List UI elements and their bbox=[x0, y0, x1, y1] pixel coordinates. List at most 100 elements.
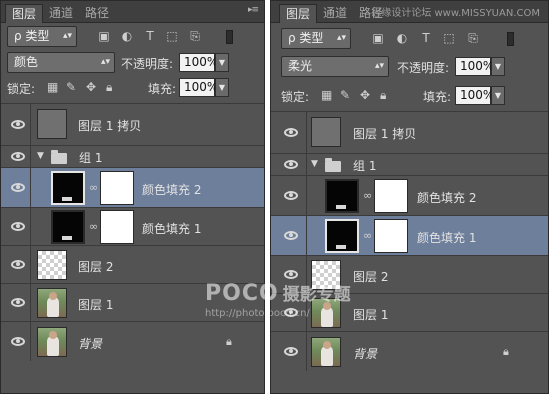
poco-brand: POCO bbox=[205, 281, 279, 306]
filter-toggle-switch[interactable] bbox=[507, 32, 514, 46]
group-row[interactable]: ▼ 组 1 bbox=[1, 145, 264, 167]
layer-list: 图层 1 拷贝 ▼ 组 1 ∞ 颜色填充 2 ∞ 颜色填充 1 图层 2 图层 … bbox=[271, 111, 548, 393]
tab-layers[interactable]: 图层 bbox=[279, 4, 318, 23]
layer-row[interactable]: 图层 1 拷贝 bbox=[271, 111, 548, 153]
layer-name: 图层 1 拷贝 bbox=[78, 119, 142, 133]
lock-pixels-icon[interactable]: ✎ bbox=[340, 88, 350, 102]
smart-object-filter-icon[interactable]: ⎘ bbox=[466, 32, 480, 44]
link-icon[interactable]: ∞ bbox=[363, 229, 372, 243]
layer-row[interactable]: 背景 🔒︎ bbox=[271, 331, 548, 371]
folder-icon bbox=[51, 150, 67, 164]
filter-kind-label: ρ 类型 bbox=[288, 31, 324, 45]
lock-position-icon[interactable]: ✥ bbox=[360, 88, 370, 102]
shape-filter-icon[interactable]: ⬚ bbox=[442, 32, 456, 44]
eye-icon[interactable] bbox=[11, 337, 25, 346]
eye-icon[interactable] bbox=[284, 347, 298, 356]
layer-thumbnail bbox=[37, 250, 67, 280]
blend-mode-dropdown[interactable]: 颜色 ▴▾ bbox=[7, 52, 115, 73]
eye-icon[interactable] bbox=[284, 160, 298, 169]
layer-row-selected[interactable]: ∞ 颜色填充 2 bbox=[1, 167, 264, 207]
fill-field[interactable]: 100% bbox=[179, 78, 218, 97]
eye-icon[interactable] bbox=[11, 260, 25, 269]
layer-row-selected[interactable]: ∞ 颜色填充 1 bbox=[271, 215, 548, 255]
lock-all-icon[interactable]: 🔒︎ bbox=[106, 80, 112, 95]
eye-icon[interactable] bbox=[11, 298, 25, 307]
tab-channels[interactable]: 通道 bbox=[317, 4, 353, 23]
fill-thumbnail bbox=[51, 171, 85, 205]
adjustment-filter-icon[interactable]: ◐ bbox=[120, 30, 134, 42]
eye-icon[interactable] bbox=[11, 222, 25, 231]
adjustment-filter-icon[interactable]: ◐ bbox=[395, 32, 409, 44]
poco-url: http://photo.poco.cn/ bbox=[205, 308, 310, 319]
eye-icon[interactable] bbox=[284, 128, 298, 137]
layer-row[interactable]: 背景 🔒︎ bbox=[1, 321, 264, 361]
opacity-slider-button[interactable]: ▼ bbox=[215, 53, 229, 72]
smart-object-filter-icon[interactable]: ⎘ bbox=[188, 30, 202, 42]
filter-kind-dropdown[interactable]: ρ 类型 ▴▾ bbox=[7, 26, 77, 47]
opacity-label: 不透明度: bbox=[121, 57, 174, 71]
opacity-label: 不透明度: bbox=[397, 61, 450, 75]
image-filter-icon[interactable]: ▣ bbox=[371, 32, 385, 44]
eye-icon[interactable] bbox=[11, 120, 25, 129]
link-icon[interactable]: ∞ bbox=[89, 220, 98, 234]
layer-row[interactable]: ∞ 颜色填充 2 bbox=[271, 175, 548, 215]
eye-icon[interactable] bbox=[11, 183, 25, 192]
layer-name: 图层 1 bbox=[353, 308, 389, 322]
fill-label: 填充: bbox=[423, 90, 452, 104]
filter-row: ρ 类型 ▴▾ ▣ ◐ T ⬚ ⎘ bbox=[271, 27, 548, 51]
mask-thumbnail bbox=[100, 210, 134, 244]
tab-bar: 图层 通道 路径 思缘设计论坛 www.MISSYUAN.COM bbox=[271, 1, 548, 23]
group-row[interactable]: ▼ 组 1 bbox=[271, 153, 548, 175]
opacity-slider-button[interactable]: ▼ bbox=[491, 57, 505, 76]
layer-name: 图层 1 bbox=[78, 298, 114, 312]
fill-field[interactable]: 100% bbox=[455, 86, 494, 105]
type-filter-icon[interactable]: T bbox=[419, 32, 433, 44]
eye-icon[interactable] bbox=[284, 231, 298, 240]
layer-row[interactable]: 图层 2 bbox=[1, 245, 264, 283]
lock-transparent-icon[interactable]: ▦ bbox=[47, 80, 58, 94]
fill-slider-button[interactable]: ▼ bbox=[215, 78, 229, 97]
chevron-down-icon: ▴▾ bbox=[62, 31, 72, 41]
filter-toggle-switch[interactable] bbox=[226, 30, 233, 44]
layers-panel-right: 图层 通道 路径 思缘设计论坛 www.MISSYUAN.COM ρ 类型 ▴▾… bbox=[270, 0, 549, 394]
panel-menu-icon[interactable]: ▸≡ bbox=[248, 5, 259, 15]
opacity-field[interactable]: 100% bbox=[455, 57, 494, 76]
eye-icon[interactable] bbox=[284, 191, 298, 200]
lock-label: 锁定: bbox=[281, 90, 310, 104]
poco-title: 摄影专题 bbox=[282, 285, 351, 305]
lock-icon: 🔒︎ bbox=[503, 345, 509, 358]
shape-filter-icon[interactable]: ⬚ bbox=[165, 30, 179, 42]
lock-pixels-icon[interactable]: ✎ bbox=[66, 80, 76, 94]
layer-thumbnail bbox=[37, 288, 67, 318]
type-filter-icon[interactable]: T bbox=[143, 30, 157, 42]
lock-all-icon[interactable]: 🔒︎ bbox=[380, 88, 386, 103]
link-icon[interactable]: ∞ bbox=[363, 189, 372, 203]
eye-icon[interactable] bbox=[11, 152, 25, 161]
chevron-down-icon: ▴▾ bbox=[336, 33, 346, 43]
tab-layers[interactable]: 图层 bbox=[5, 4, 44, 23]
lock-label: 锁定: bbox=[7, 82, 36, 96]
lock-transparent-icon[interactable]: ▦ bbox=[321, 88, 332, 102]
fill-thumbnail bbox=[325, 219, 359, 253]
lock-position-icon[interactable]: ✥ bbox=[86, 80, 96, 94]
filter-kind-dropdown[interactable]: ρ 类型 ▴▾ bbox=[281, 28, 351, 49]
tab-paths[interactable]: 路径 bbox=[79, 4, 115, 23]
link-icon[interactable]: ∞ bbox=[89, 181, 98, 195]
layer-row[interactable]: ∞ 颜色填充 1 bbox=[1, 207, 264, 245]
lock-row: 锁定: ▦ ✎ ✥ 🔒︎ 填充: 100% ▼ bbox=[271, 85, 548, 107]
fill-thumbnail bbox=[51, 210, 85, 244]
disclosure-triangle-icon[interactable]: ▼ bbox=[311, 159, 318, 169]
layer-name: 颜色填充 2 bbox=[417, 191, 477, 205]
disclosure-triangle-icon[interactable]: ▼ bbox=[37, 151, 44, 161]
eye-icon[interactable] bbox=[284, 270, 298, 279]
opacity-field[interactable]: 100% bbox=[179, 53, 218, 72]
blend-mode-value: 柔光 bbox=[288, 59, 313, 73]
tab-channels[interactable]: 通道 bbox=[43, 4, 79, 23]
layer-row[interactable]: 图层 1 拷贝 bbox=[1, 103, 264, 145]
blend-mode-dropdown[interactable]: 柔光 ▴▾ bbox=[281, 56, 389, 77]
layer-name: 图层 2 bbox=[78, 260, 114, 274]
blend-mode-value: 颜色 bbox=[14, 55, 39, 69]
image-filter-icon[interactable]: ▣ bbox=[97, 30, 111, 42]
layer-thumbnail bbox=[311, 117, 341, 147]
fill-slider-button[interactable]: ▼ bbox=[491, 86, 505, 105]
